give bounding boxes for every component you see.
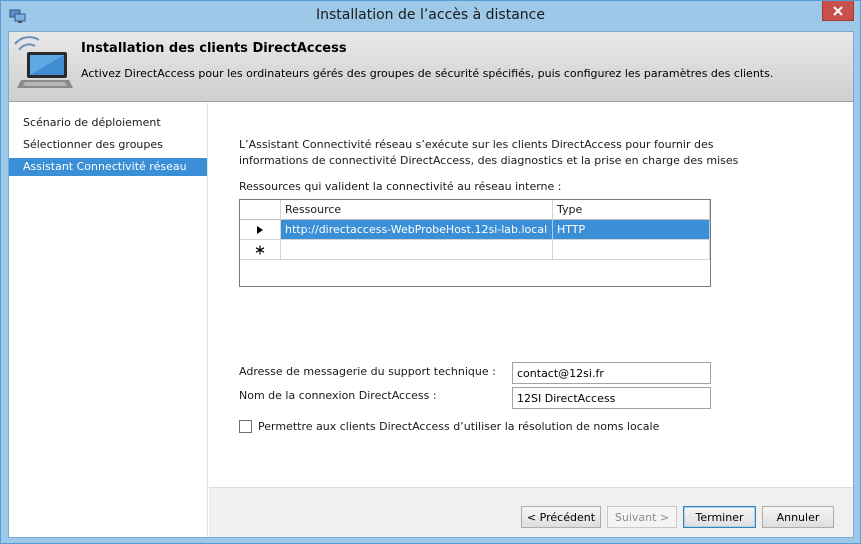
resources-label: Ressources qui valident la connectivité … [239, 180, 562, 193]
title-bar[interactable]: Installation de l’accès à distance [1, 1, 860, 31]
column-header-resource[interactable]: Ressource [281, 200, 553, 220]
wizard-page-title: Installation des clients DirectAccess [81, 41, 347, 56]
step-select-groups[interactable]: Sélectionner des groupes [9, 136, 207, 154]
table-row-new[interactable] [240, 240, 710, 260]
connection-name-field[interactable] [512, 387, 711, 409]
grid-corner-cell [240, 200, 281, 220]
support-email-label: Adresse de messagerie du support techniq… [239, 365, 496, 378]
step-deployment-scenario[interactable]: Scénario de déploiement [9, 114, 207, 132]
window-title: Installation de l’accès à distance [316, 7, 545, 23]
local-resolution-option[interactable]: Permettre aux clients DirectAccess d’uti… [239, 420, 659, 433]
cell-type-new[interactable] [553, 240, 710, 260]
finish-button[interactable]: Terminer [683, 506, 756, 528]
cancel-button[interactable]: Annuler [762, 506, 834, 528]
column-header-type[interactable]: Type [553, 200, 710, 220]
row-selector[interactable] [240, 220, 281, 240]
cell-resource[interactable]: http://directaccess-WebProbeHost.12si-la… [281, 220, 553, 240]
cell-type[interactable]: HTTP [553, 220, 710, 240]
local-resolution-label[interactable]: Permettre aux clients DirectAccess d’uti… [258, 420, 659, 433]
table-row[interactable]: http://directaccess-WebProbeHost.12si-la… [240, 220, 710, 240]
wizard-footer: < Précédent Suivant > Terminer Annuler [209, 487, 853, 537]
laptop-network-icon [11, 34, 75, 98]
dialog-client-area: Installation des clients DirectAccess Ac… [8, 31, 854, 538]
connection-name-label: Nom de la connexion DirectAccess : [239, 389, 437, 402]
next-button[interactable]: Suivant > [607, 506, 677, 528]
wizard-header: Installation des clients DirectAccess Ac… [9, 32, 853, 102]
cell-resource-new[interactable] [281, 240, 553, 260]
support-email-field[interactable] [512, 362, 711, 384]
new-row-asterisk-icon [255, 245, 265, 254]
previous-button[interactable]: < Précédent [521, 506, 601, 528]
wizard-step-list: Scénario de déploiement Sélectionner des… [9, 103, 208, 537]
row-selector-new[interactable] [240, 240, 281, 260]
intro-text: L’Assistant Connectivité réseau s’exécut… [239, 138, 739, 167]
wizard-page-description: Activez DirectAccess pour les ordinateur… [81, 67, 774, 80]
close-icon [833, 5, 843, 16]
resources-grid[interactable]: Ressource Type http://directaccess-WebPr… [239, 199, 711, 287]
current-row-arrow-icon [257, 225, 263, 234]
grid-header-row: Ressource Type [240, 200, 710, 220]
dialog-window: Installation de l’accès à distance Insta… [0, 0, 861, 544]
close-button[interactable] [822, 1, 854, 21]
local-resolution-checkbox[interactable] [239, 420, 252, 433]
wizard-content: L’Assistant Connectivité réseau s’exécut… [209, 103, 853, 487]
step-network-connectivity-assistant[interactable]: Assistant Connectivité réseau [9, 158, 207, 176]
